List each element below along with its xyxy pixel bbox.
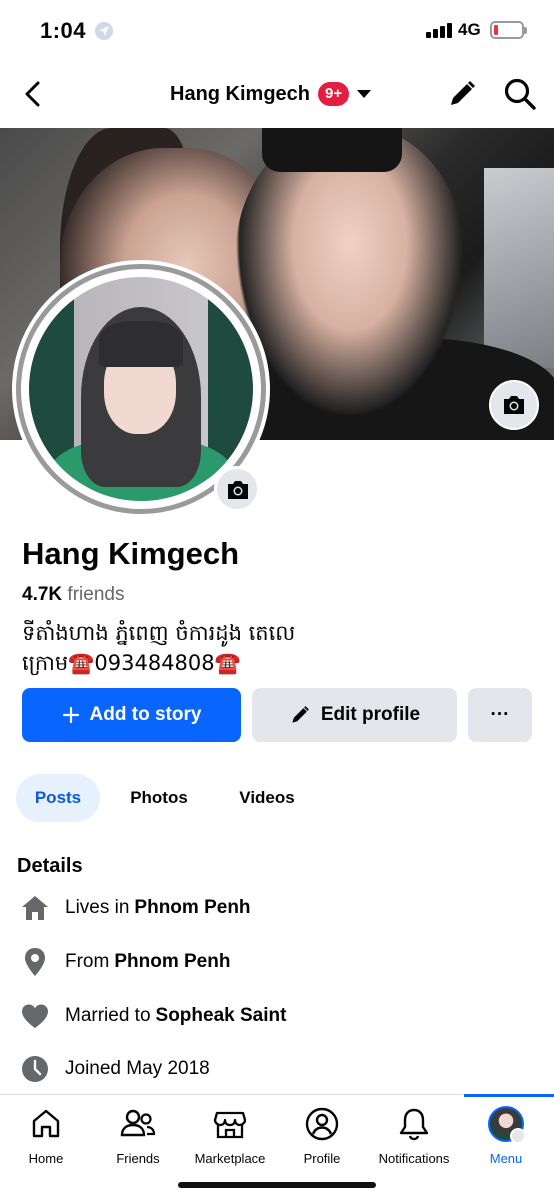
tabbar-friends[interactable]: Friends bbox=[92, 1105, 184, 1167]
search-button[interactable] bbox=[502, 76, 538, 112]
caret-down-icon bbox=[357, 90, 372, 98]
detail-value[interactable]: Sopheak Saint bbox=[156, 1005, 287, 1027]
detail-value[interactable]: Phnom Penh bbox=[134, 897, 250, 919]
detail-prefix: Married to bbox=[65, 1005, 151, 1026]
back-button[interactable] bbox=[16, 76, 52, 112]
bell-icon bbox=[394, 1105, 434, 1143]
menu-avatar-icon bbox=[488, 1106, 526, 1144]
more-options-button[interactable]: ··· bbox=[468, 688, 532, 742]
tab-photos[interactable]: Photos bbox=[114, 774, 204, 822]
nav-title: Hang Kimgech bbox=[170, 82, 311, 105]
tab-videos[interactable]: Videos bbox=[222, 774, 312, 822]
profile-bio: ទីតាំងហាង ភ្នំពេញ ចំការដូង តេលេក្រោម☎️09… bbox=[22, 621, 296, 675]
detail-from: From Phnom Penh bbox=[20, 944, 230, 980]
tabbar-notifications-label: Notifications bbox=[378, 1151, 450, 1166]
pencil-icon bbox=[289, 704, 311, 726]
tabbar-profile-label: Profile bbox=[303, 1151, 341, 1166]
tab-posts-label: Posts bbox=[34, 788, 82, 807]
add-to-story-button[interactable]: Add to story bbox=[22, 688, 241, 742]
chevron-left-icon bbox=[25, 81, 40, 107]
friends-icon bbox=[118, 1105, 158, 1143]
details-heading: Details bbox=[17, 855, 83, 877]
home-outline-icon bbox=[26, 1105, 66, 1143]
tabbar-profile[interactable]: Profile bbox=[276, 1105, 368, 1167]
active-tab-indicator bbox=[464, 1094, 554, 1097]
status-time: 1:04 bbox=[40, 18, 87, 43]
friends-label: friends bbox=[67, 584, 125, 605]
add-to-story-label: Add to story bbox=[89, 704, 202, 725]
tabbar-home[interactable]: Home bbox=[0, 1105, 92, 1167]
profile-name: Hang Kimgech bbox=[22, 536, 240, 571]
tabbar-friends-label: Friends bbox=[116, 1151, 160, 1166]
pencil-icon bbox=[451, 81, 475, 105]
location-services-icon bbox=[95, 22, 113, 40]
home-indicator bbox=[178, 1182, 376, 1188]
detail-text: Joined May 2018 bbox=[65, 1058, 210, 1079]
tabbar-marketplace[interactable]: Marketplace bbox=[184, 1105, 276, 1167]
notification-badge: 9+ bbox=[318, 82, 350, 106]
tab-posts[interactable]: Posts bbox=[16, 774, 100, 822]
edit-profile-picture-button[interactable] bbox=[214, 466, 260, 512]
tab-photos-label: Photos bbox=[130, 788, 188, 807]
profile-icon bbox=[302, 1105, 342, 1143]
tab-videos-label: Videos bbox=[239, 788, 295, 807]
camera-icon bbox=[228, 481, 248, 499]
clock-icon bbox=[20, 1054, 50, 1084]
detail-prefix: Lives in bbox=[65, 897, 130, 918]
marketplace-icon bbox=[210, 1105, 250, 1143]
detail-lives-in: Lives in Phnom Penh bbox=[20, 890, 251, 926]
battery-icon bbox=[490, 21, 527, 39]
edit-cover-photo-button[interactable] bbox=[489, 380, 539, 430]
home-icon bbox=[20, 893, 50, 923]
plus-icon bbox=[62, 706, 80, 724]
tabbar-notifications[interactable]: Notifications bbox=[368, 1105, 460, 1167]
detail-value[interactable]: Phnom Penh bbox=[114, 951, 230, 973]
network-type: 4G bbox=[458, 20, 481, 39]
status-bar: 1:04 4G bbox=[0, 0, 554, 60]
location-pin-icon bbox=[20, 947, 50, 977]
tabbar-menu[interactable]: Menu bbox=[460, 1105, 552, 1167]
tabbar-home-label: Home bbox=[28, 1151, 64, 1166]
friends-count-link[interactable]: 4.7K friends bbox=[22, 584, 124, 606]
heart-icon bbox=[20, 1001, 50, 1031]
edit-profile-label: Edit profile bbox=[320, 704, 421, 725]
account-switcher[interactable]: Hang Kimgech 9+ bbox=[170, 80, 372, 108]
tabbar-marketplace-label: Marketplace bbox=[194, 1151, 266, 1166]
camera-icon bbox=[504, 396, 524, 414]
edit-pencil-button[interactable] bbox=[446, 78, 478, 110]
detail-joined: Joined May 2018 bbox=[20, 1051, 210, 1087]
detail-prefix: From bbox=[65, 951, 110, 972]
tabbar-menu-label: Menu bbox=[489, 1151, 523, 1166]
detail-married-to: Married to Sopheak Saint bbox=[20, 998, 286, 1034]
more-dots-icon: ··· bbox=[490, 704, 510, 725]
nav-bar: Hang Kimgech 9+ bbox=[0, 66, 554, 122]
search-icon bbox=[504, 78, 536, 110]
edit-profile-button[interactable]: Edit profile bbox=[252, 688, 457, 742]
friends-count: 4.7K bbox=[22, 584, 63, 605]
cellular-signal-icon bbox=[426, 22, 452, 38]
